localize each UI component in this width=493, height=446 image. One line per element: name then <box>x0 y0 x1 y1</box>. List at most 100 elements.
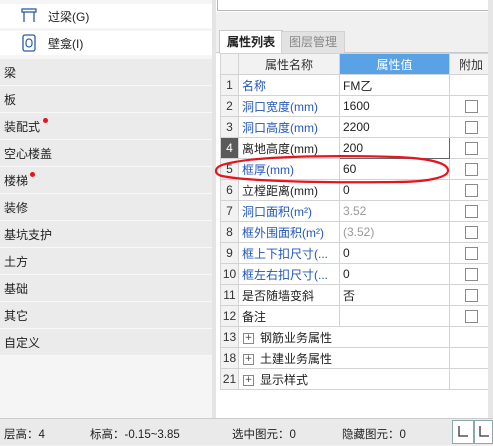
niche-icon <box>20 34 38 52</box>
attach-checkbox[interactable] <box>464 205 478 219</box>
property-table: 属性名称 属性值 附加 1 名称 FM乙 2 洞口宽度(mm) 1600 3 洞口高度(mm)… <box>220 53 493 390</box>
attach-cell <box>449 284 493 306</box>
category-item[interactable]: 基坑支护 <box>0 221 212 248</box>
lintel-icon <box>20 7 38 25</box>
row-index: 8 <box>220 221 239 243</box>
group-cell: + 钢筋业务属性 <box>238 326 450 348</box>
category-item[interactable]: 基础 <box>0 275 212 302</box>
category-label: 土方 <box>4 254 29 269</box>
status-button-2[interactable] <box>474 420 493 444</box>
category-item[interactable]: 板 <box>0 86 212 113</box>
property-name: 洞口高度(mm) <box>238 116 340 138</box>
property-row[interactable]: 3 洞口高度(mm) 2200 <box>220 116 493 138</box>
category-item[interactable]: 装修 <box>0 194 212 221</box>
property-value[interactable]: 2200 <box>339 116 450 138</box>
vertical-scrollbar[interactable] <box>488 0 493 418</box>
property-value[interactable]: 0 <box>339 242 450 264</box>
header-property-name[interactable]: 属性名称 <box>238 53 340 75</box>
category-item[interactable]: 梁 <box>0 59 212 86</box>
category-item[interactable]: 自定义 <box>0 329 212 356</box>
attach-checkbox[interactable] <box>464 310 478 324</box>
tab-layer-management[interactable]: 图层管理 <box>281 31 346 53</box>
row-index: 12 <box>220 305 239 327</box>
panel-gap <box>216 12 493 30</box>
group-row[interactable]: 18 + 土建业务属性 <box>220 347 493 369</box>
category-item[interactable]: 装配式 <box>0 113 212 140</box>
property-value[interactable]: 200 <box>339 137 450 159</box>
category-item[interactable]: 楼梯 <box>0 167 212 194</box>
category-item[interactable]: 其它 <box>0 302 212 329</box>
expand-plus-icon[interactable]: + <box>243 353 254 365</box>
red-dot-badge <box>43 118 48 123</box>
attach-cell <box>449 305 493 327</box>
row-index: 3 <box>220 116 239 138</box>
property-row[interactable]: 4 离地高度(mm) 200 <box>220 137 493 159</box>
tree-item-lintel[interactable]: 过梁(G) <box>0 4 212 28</box>
category-item[interactable]: 空心楼盖 <box>0 140 212 167</box>
property-row[interactable]: 12 备注 <box>220 305 493 327</box>
group-row[interactable]: 21 + 显示样式 <box>220 368 493 390</box>
status-button-1[interactable] <box>452 420 474 444</box>
property-value[interactable]: 0 <box>339 263 450 285</box>
group-label: 显示样式 <box>260 372 309 387</box>
category-label: 装配式 <box>4 119 41 134</box>
attach-cell <box>449 242 493 264</box>
row-index: 1 <box>220 74 239 96</box>
row-index: 5 <box>220 158 239 180</box>
attach-checkbox[interactable] <box>464 100 478 114</box>
property-value[interactable] <box>339 305 450 327</box>
property-row[interactable]: 5 框厚(mm) 60 <box>220 158 493 180</box>
property-name: 备注 <box>238 305 340 327</box>
attach-checkbox[interactable] <box>464 121 478 135</box>
row-index: 6 <box>220 179 239 201</box>
property-value[interactable]: 0 <box>339 179 450 201</box>
header-index <box>220 53 239 75</box>
attach-cell <box>449 179 493 201</box>
property-name: 框厚(mm) <box>238 158 340 180</box>
property-value[interactable]: 否 <box>339 284 450 306</box>
attach-checkbox[interactable] <box>464 289 478 303</box>
property-value[interactable]: 3.52 <box>339 200 450 222</box>
property-row[interactable]: 11 是否随墙变斜否 <box>220 284 493 306</box>
category-label: 基坑支护 <box>4 227 53 242</box>
attach-checkbox[interactable] <box>464 142 478 156</box>
attach-checkbox[interactable] <box>464 268 478 282</box>
expand-plus-icon[interactable]: + <box>243 332 254 344</box>
category-label: 装修 <box>4 200 29 215</box>
row-index: 13 <box>220 326 239 348</box>
group-row[interactable]: 13 + 钢筋业务属性 <box>220 326 493 348</box>
property-row[interactable]: 1 名称 FM乙 <box>220 74 493 96</box>
property-row[interactable]: 6 立樘距离(mm) 0 <box>220 179 493 201</box>
tree-item-niche[interactable]: 壁龛(I) <box>0 31 212 55</box>
attach-checkbox[interactable] <box>464 247 478 261</box>
header-property-value[interactable]: 属性值 <box>339 53 450 75</box>
property-row[interactable]: 8 框外围面积(m²) (3.52) <box>220 221 493 243</box>
property-value[interactable]: 60 <box>339 158 450 180</box>
attach-checkbox[interactable] <box>464 226 478 240</box>
properties-panel: 属性列表 图层管理 属性名称 属性值 附加 1 名称 FM乙 2 洞口宽度(mm) 160… <box>216 0 493 418</box>
row-index: 11 <box>220 284 239 306</box>
property-row[interactable]: 9 框上下扣尺寸(... 0 <box>220 242 493 264</box>
status-bar: 层高：4 标高：-0.15~3.85 选中图元：0 隐藏图元：0 <box>0 418 493 445</box>
property-row[interactable]: 10 框左右扣尺寸(... 0 <box>220 263 493 285</box>
expand-plus-icon[interactable]: + <box>243 374 254 386</box>
attach-cell <box>449 137 493 159</box>
property-row[interactable]: 7 洞口面积(m²) 3.52 <box>220 200 493 222</box>
property-value[interactable]: FM乙 <box>339 74 450 96</box>
attach-checkbox[interactable] <box>464 184 478 198</box>
red-dot-badge <box>30 172 35 177</box>
tab-property-list[interactable]: 属性列表 <box>219 30 284 54</box>
category-item[interactable]: 土方 <box>0 248 212 275</box>
category-label: 空心楼盖 <box>4 146 53 161</box>
row-index: 9 <box>220 242 239 264</box>
header-attach[interactable]: 附加 <box>449 53 493 75</box>
property-value[interactable]: 1600 <box>339 95 450 117</box>
tree-item-label: 壁龛(I) <box>48 36 84 51</box>
property-name: 洞口面积(m²) <box>238 200 340 222</box>
property-row[interactable]: 2 洞口宽度(mm) 1600 <box>220 95 493 117</box>
attach-checkbox[interactable] <box>464 163 478 177</box>
attach-cell <box>449 200 493 222</box>
property-value[interactable]: (3.52) <box>339 221 450 243</box>
row-index: 2 <box>220 95 239 117</box>
group-cell: + 显示样式 <box>238 368 450 390</box>
